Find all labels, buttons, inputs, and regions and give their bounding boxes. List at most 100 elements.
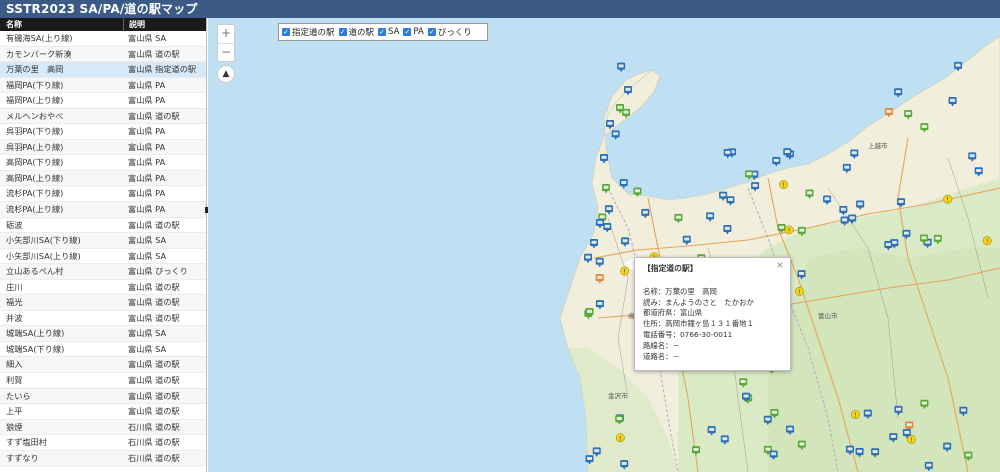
svg-text:!: ! — [782, 182, 784, 189]
list-row[interactable]: 利賀 富山県 道の駅 — [0, 373, 206, 389]
station-list: 有磯海SA(上り線) 富山県 SA カモンパーク新湊 富山県 道の駅 万葉の里 高岡 富山… — [0, 31, 206, 467]
sa-marker-icon[interactable] — [745, 170, 754, 180]
row-name: 利賀 — [6, 375, 23, 386]
list-row[interactable]: 高岡PA(下り線) 富山県 PA — [0, 155, 206, 171]
checkbox-icon[interactable]: ✓ — [338, 28, 347, 36]
svg-text:!: ! — [910, 437, 912, 444]
row-description: 富山県 道の駅 — [128, 390, 180, 401]
list-row[interactable]: 庄川 富山県 道の駅 — [0, 280, 206, 296]
svg-text:!: ! — [788, 227, 790, 234]
place-label: 上越市 — [868, 141, 888, 150]
list-row[interactable]: 呉羽PA(下り線) 富山県 PA — [0, 124, 206, 140]
road-station-marker-icon[interactable] — [611, 130, 620, 140]
row-name: 呉羽PA(下り線) — [6, 126, 64, 137]
surprise-marker-icon[interactable]: ! — [615, 433, 625, 443]
column-header-description[interactable]: 説明 — [124, 18, 206, 31]
row-description: 富山県 道の駅 — [128, 110, 180, 121]
row-description: 富山県 PA — [128, 126, 166, 137]
list-row[interactable]: 細入 富山県 道の駅 — [0, 357, 206, 374]
row-description: 富山県 SA — [128, 328, 167, 339]
list-row[interactable]: 有磯海SA(上り線) 富山県 SA — [0, 31, 206, 47]
list-row[interactable]: 呉羽PA(上り線) 富山県 PA — [0, 139, 206, 156]
list-row[interactable]: 小矢部川SA(下り線) 富山県 SA — [0, 233, 206, 249]
list-row[interactable]: 城端SA(下り線) 富山県 SA — [0, 342, 206, 358]
list-row[interactable]: たいら 富山県 道の駅 — [0, 388, 206, 405]
filter-surprise[interactable]: ✓ びっくり — [427, 26, 472, 38]
checkbox-icon[interactable]: ✓ — [282, 28, 290, 36]
list-row[interactable]: 小矢部川SA(上り線) 富山県 SA — [0, 249, 206, 265]
surprise-marker-icon[interactable]: ! — [907, 435, 916, 444]
checkbox-icon[interactable]: ✓ — [403, 28, 412, 36]
row-description: 富山県 道の駅 — [128, 297, 180, 308]
road-station-marker-icon[interactable] — [723, 149, 732, 159]
row-description: 富山県 SA — [128, 235, 167, 246]
map-view[interactable]: !!!!!!!!!! 上越市富山市高岡市金沢市 — [208, 18, 1000, 472]
filter-sa[interactable]: ✓ SA — [378, 27, 399, 37]
row-name: 福岡PA(下り線) — [6, 79, 64, 90]
row-name: 呉羽PA(上り線) — [6, 141, 64, 152]
row-description: 富山県 びっくり — [128, 266, 188, 277]
popup-line-prefecture: 都道府県：富山県 — [643, 308, 703, 318]
row-name: 庄川 — [6, 281, 23, 292]
surprise-marker-icon[interactable]: ! — [779, 180, 789, 189]
close-icon[interactable]: × — [776, 260, 784, 272]
row-name: 細入 — [6, 359, 23, 370]
filter-pa[interactable]: ✓ PA — [403, 27, 424, 37]
zoom-out-button[interactable]: − — [218, 43, 234, 61]
row-name: 福岡PA(上り線) — [6, 95, 64, 106]
filter-road-station[interactable]: ✓ 道の駅 — [338, 26, 374, 38]
list-row[interactable]: 流杉PA(下り線) 富山県 PA — [0, 186, 206, 203]
row-name: 小矢部川SA(上り線) — [6, 250, 81, 261]
list-row[interactable]: 上平 富山県 道の駅 — [0, 404, 206, 420]
row-name: たいら — [6, 390, 31, 401]
layer-filter-bar: ✓ 指定道の駅 ✓ 道の駅 ✓ SA ✓ PA ✓ びっくり — [278, 23, 488, 41]
row-name: 小矢部川SA(下り線) — [6, 235, 81, 246]
list-row[interactable]: 福岡PA(下り線) 富山県 PA — [0, 77, 206, 94]
row-name: 立山あるぺん村 — [6, 266, 64, 277]
checkbox-icon[interactable]: ✓ — [378, 28, 387, 36]
list-row[interactable]: 立山あるぺん村 富山県 びっくり — [0, 264, 206, 280]
row-name: 流杉PA(上り線) — [6, 204, 64, 215]
compass-icon[interactable]: ▲ — [217, 65, 235, 83]
column-header-name[interactable]: 名称 — [0, 18, 124, 31]
map-canvas[interactable]: !!!!!!!!!! 上越市富山市高岡市金沢市 — [208, 18, 1000, 472]
list-row[interactable]: 万葉の里 高岡 富山県 指定道の駅 — [0, 62, 206, 78]
svg-text:!: ! — [798, 289, 800, 296]
row-name: 井波 — [6, 312, 23, 323]
surprise-marker-icon[interactable]: ! — [784, 225, 794, 235]
row-name: 城端SA(上り線) — [6, 328, 65, 339]
zoom-in-button[interactable]: + — [218, 25, 234, 43]
popup-title: 【指定道の駅】 — [643, 264, 698, 273]
row-name: 高岡PA(上り線) — [6, 172, 64, 183]
surprise-marker-icon[interactable]: ! — [794, 287, 804, 296]
surprise-marker-icon[interactable]: ! — [850, 410, 860, 419]
road-station-marker-icon[interactable] — [772, 157, 781, 167]
road-station-marker-icon[interactable] — [894, 88, 903, 98]
zoom-control: + − — [217, 24, 235, 62]
row-description: 富山県 PA — [128, 95, 166, 106]
surprise-marker-icon[interactable]: ! — [943, 194, 953, 204]
list-row[interactable]: すず塩田村 石川県 道の駅 — [0, 435, 206, 451]
popup-line-route: 路線名：－ — [643, 340, 680, 350]
filter-designated-station[interactable]: ✓ 指定道の駅 — [282, 26, 335, 38]
surprise-marker-icon[interactable]: ! — [982, 236, 992, 246]
row-description: 富山県 道の駅 — [128, 359, 180, 370]
row-name: 砺波 — [6, 219, 23, 230]
list-row[interactable]: 城端SA(上り線) 富山県 SA — [0, 326, 206, 342]
list-row[interactable]: 井波 富山県 道の駅 — [0, 311, 206, 327]
list-row[interactable]: カモンパーク新湊 富山県 道の駅 — [0, 46, 206, 63]
list-row[interactable]: 福光 富山県 道の駅 — [0, 295, 206, 311]
popup-line-reading: 読み：まんようのさと たかおか — [643, 297, 754, 307]
road-station-marker-icon[interactable] — [617, 62, 626, 73]
list-row[interactable]: 高岡PA(上り線) 富山県 PA — [0, 170, 206, 187]
row-description: 富山県 PA — [128, 79, 166, 90]
list-row[interactable]: 狼煙 石川県 道の駅 — [0, 419, 206, 436]
list-row[interactable]: 砺波 富山県 道の駅 — [0, 218, 206, 234]
list-header: 名称 説明 — [0, 18, 206, 31]
checkbox-icon[interactable]: ✓ — [427, 28, 436, 36]
list-row[interactable]: 福岡PA(上り線) 富山県 PA — [0, 93, 206, 109]
list-row[interactable]: 流杉PA(上り線) 富山県 PA — [0, 202, 206, 218]
list-row[interactable]: メルヘンおやべ 富山県 道の駅 — [0, 108, 206, 125]
list-row[interactable]: すずなり 石川県 道の駅 — [0, 450, 206, 467]
row-description: 富山県 PA — [128, 157, 166, 168]
